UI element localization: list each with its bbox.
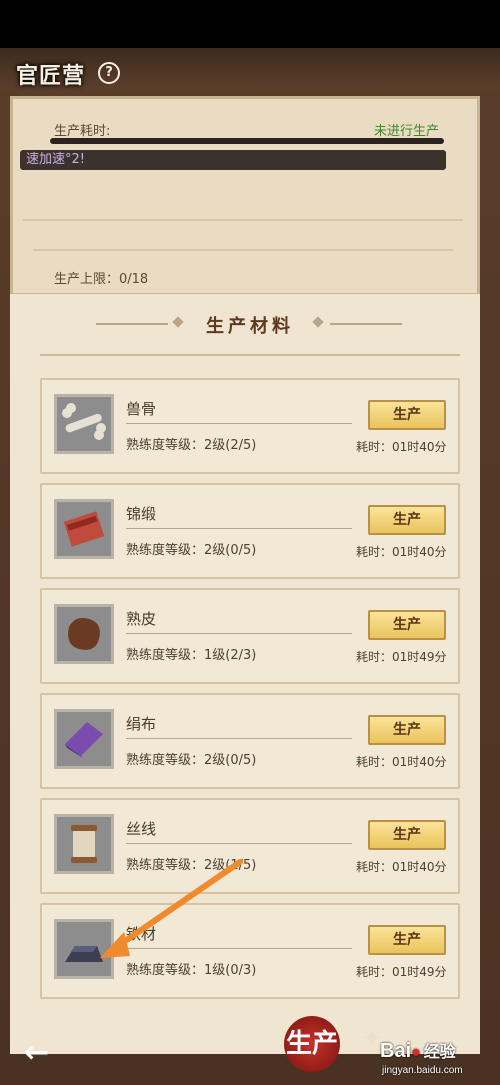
proficiency-level: 熟练度等级：2级(0/5) (126, 543, 257, 558)
material-name: 铁材 (126, 925, 157, 943)
production-limit: 生产上限：0/18 (54, 272, 149, 287)
list-top-border (40, 354, 460, 356)
silk-cloth-icon (54, 709, 114, 769)
bone-icon (54, 394, 114, 454)
material-card-bone: 兽骨 熟练度等级：2级(2/5) 生产 耗时：01时40分 (40, 378, 460, 474)
material-name: 丝线 (126, 820, 157, 838)
produce-button[interactable]: 生产 (368, 820, 446, 850)
proficiency-level: 熟练度等级：2级(1/5) (126, 858, 257, 873)
divider (126, 948, 352, 949)
material-card-iron: 铁材 熟练度等级：1级(0/3) 生产 耗时：01时49分 (40, 903, 460, 999)
produce-time: 耗时：01时40分 (356, 545, 447, 559)
produce-time: 耗时：01时49分 (356, 965, 447, 979)
production-time-label: 生产耗时: (54, 124, 111, 139)
produce-button[interactable]: 生产 (368, 715, 446, 745)
divider (126, 423, 352, 424)
time-bar (50, 138, 444, 144)
page-title: 官匠营 (16, 63, 86, 89)
materials-section-title: 生产材料 (206, 316, 294, 337)
divider (126, 528, 352, 529)
produce-button[interactable]: 生产 (368, 610, 446, 640)
material-card-leather: 熟皮 熟练度等级：1级(2/3) 生产 耗时：01时49分 (40, 588, 460, 684)
divider (126, 633, 352, 634)
leather-icon (54, 604, 114, 664)
material-card-silk-cloth: 绢布 熟练度等级：2级(0/5) 生产 耗时：01时40分 (40, 693, 460, 789)
material-name: 锦缎 (126, 505, 157, 523)
speed-up-text[interactable]: 速加速°2! (20, 150, 91, 170)
shelf-sketch (23, 219, 463, 221)
iron-ingot-icon (54, 919, 114, 979)
watermark-logo: Bai (380, 1040, 412, 1062)
proficiency-level: 熟练度等级：2级(2/5) (126, 438, 257, 453)
produce-time: 耗时：01时49分 (356, 650, 447, 664)
produce-time: 耗时：01时40分 (356, 755, 447, 769)
baidu-watermark: Bai● 经验 (380, 1038, 456, 1063)
material-name: 绢布 (126, 715, 157, 733)
divider (126, 843, 352, 844)
material-card-silk-thread: 丝线 熟练度等级：2级(1/5) 生产 耗时：01时40分 (40, 798, 460, 894)
produce-button[interactable]: 生产 (368, 505, 446, 535)
watermark-logo2: 经验 (423, 1042, 456, 1061)
back-arrow-icon[interactable]: ← (24, 1038, 49, 1068)
produce-time: 耗时：01时40分 (356, 860, 447, 874)
material-name: 熟皮 (126, 610, 157, 628)
divider (126, 738, 352, 739)
tab-produce[interactable]: 生产 (284, 1016, 340, 1072)
paw-icon: ● (411, 1044, 421, 1061)
proficiency-level: 熟练度等级：1级(2/3) (126, 648, 257, 663)
proficiency-level: 熟练度等级：2级(0/5) (126, 753, 257, 768)
proficiency-level: 熟练度等级：1级(0/3) (126, 963, 257, 978)
production-status: 未进行生产 (374, 124, 440, 139)
shelf-sketch (33, 249, 453, 251)
watermark-url: jingyan.baidu.com (382, 1065, 463, 1076)
produce-button[interactable]: 生产 (368, 925, 446, 955)
help-icon[interactable]: ? (98, 62, 120, 84)
silk-thread-icon (54, 814, 114, 874)
material-name: 兽骨 (126, 400, 157, 418)
material-card-brocade: 锦缎 熟练度等级：2级(0/5) 生产 耗时：01时40分 (40, 483, 460, 579)
produce-button[interactable]: 生产 (368, 400, 446, 430)
produce-time: 耗时：01时40分 (356, 440, 447, 454)
brocade-icon (54, 499, 114, 559)
